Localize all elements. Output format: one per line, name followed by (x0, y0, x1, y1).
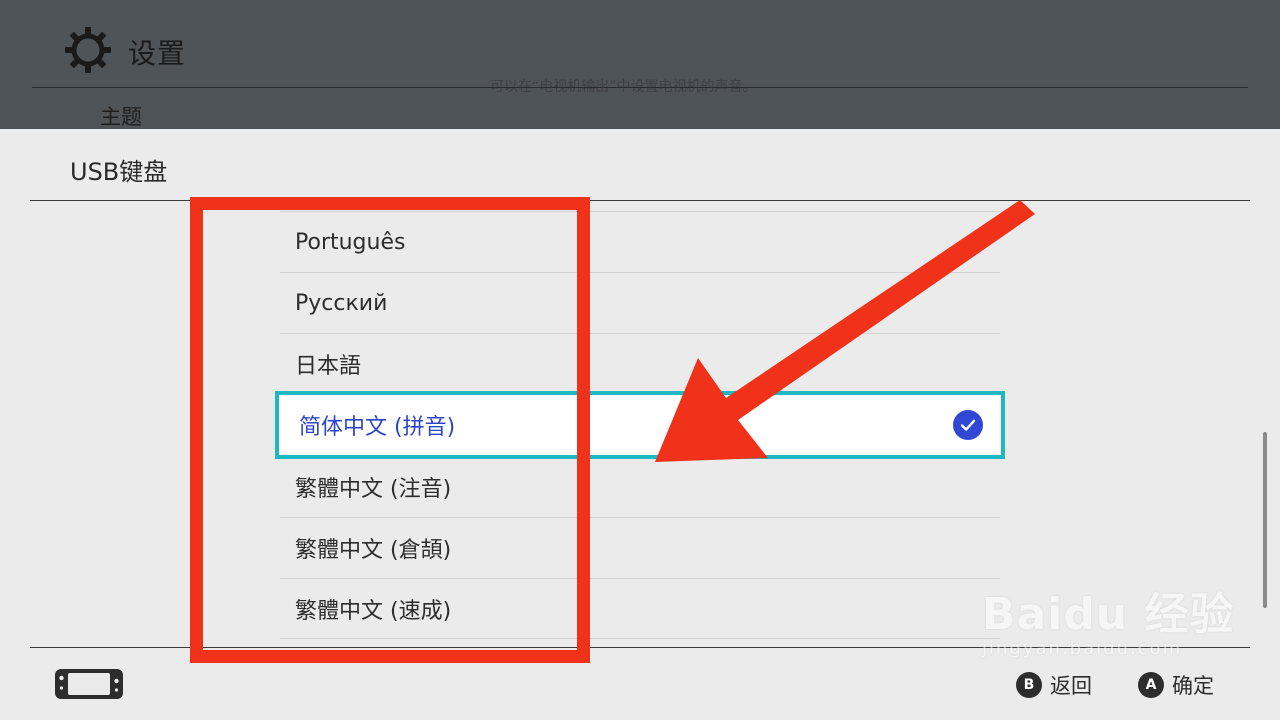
language-option-japanese[interactable]: 日本語 (280, 333, 1000, 394)
page-title: 设置 (128, 37, 187, 70)
scrollbar[interactable] (1263, 432, 1267, 608)
sidebar-item-theme: 主题 (100, 105, 142, 129)
language-label: Русский (295, 290, 388, 316)
gear-icon (64, 26, 112, 78)
language-label: 繁體中文 (倉頡) (295, 538, 452, 563)
dialog-title: USB键盘 (70, 158, 168, 186)
confirm-button[interactable]: A 确定 (1138, 670, 1214, 700)
language-option-traditional-chinese-cangjie[interactable]: 繁體中文 (倉頡) (280, 517, 1000, 578)
back-button[interactable]: B 返回 (1016, 670, 1092, 700)
language-list: Português Русский 日本語 简体中文 (拼音) 繁體中文 (注音… (275, 211, 1005, 639)
background-divider (32, 87, 1248, 88)
language-option-traditional-chinese-zhuyin[interactable]: 繁體中文 (注音) (280, 456, 1000, 517)
language-option-russian[interactable]: Русский (280, 272, 1000, 333)
settings-title-row: 设置 (64, 26, 186, 78)
dialog-top-divider (30, 200, 1250, 201)
console-icon (54, 668, 124, 704)
language-option-simplified-chinese-pinyin[interactable]: 简体中文 (拼音) (275, 391, 1005, 459)
language-option-portuguese[interactable]: Português (280, 211, 1000, 272)
language-option-traditional-chinese-quick[interactable]: 繁體中文 (速成) (280, 578, 1000, 639)
a-button-icon: A (1138, 672, 1164, 698)
language-label: 简体中文 (拼音) (299, 415, 456, 440)
language-label: 繁體中文 (注音) (295, 477, 452, 502)
b-button-icon: B (1016, 672, 1042, 698)
confirm-label: 确定 (1172, 674, 1214, 698)
language-label: Português (295, 229, 406, 255)
language-label: 繁體中文 (速成) (295, 598, 452, 624)
baidu-watermark: Baidu 经验 jingyan.baidu.com (982, 578, 1234, 659)
watermark-logo: Baidu 经验 (982, 589, 1235, 640)
background-hint-text: 可以在“电视机输出”中设置电视机的声音。 (490, 79, 757, 95)
language-label: 日本語 (295, 354, 362, 379)
checkmark-icon (953, 410, 983, 440)
back-label: 返回 (1050, 674, 1092, 698)
background-header: 设置 可以在“电视机输出”中设置电视机的声音。 主题 (0, 0, 1280, 129)
